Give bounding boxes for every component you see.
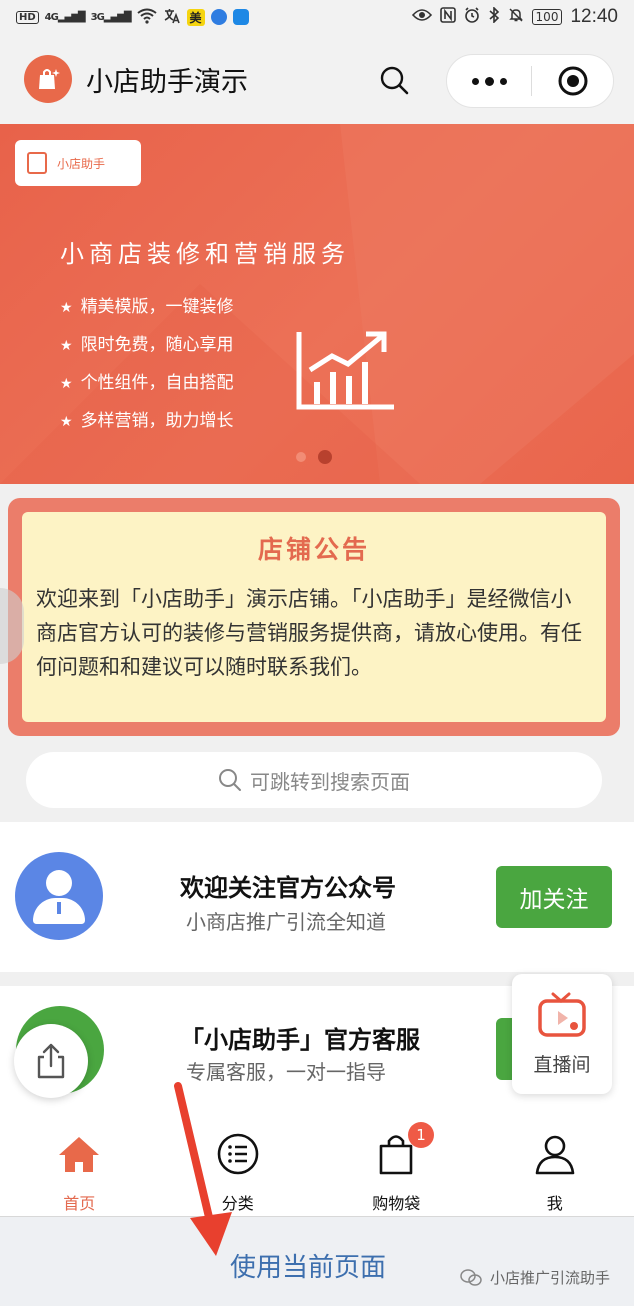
mute-icon <box>508 7 524 27</box>
bottom-action-bar: 使用当前页面 小店推广引流助手 <box>0 1216 634 1306</box>
use-current-page-link[interactable]: 使用当前页面 <box>230 1247 386 1284</box>
capsule-menu <box>446 54 614 108</box>
notice-title: 店铺公告 <box>257 535 370 564</box>
feature-text: 精美模版，一键装修 <box>80 297 234 317</box>
notice-panel: 店铺公告 欢迎来到「小店助手」演示店铺。「小店助手」是经微信小商店官方认可的装修… <box>22 512 606 722</box>
more-dot-icon <box>484 76 494 86</box>
wechat-watermark: 小店推广引流助手 <box>460 1267 610 1288</box>
tab-home-label: 首页 <box>63 1194 96 1213</box>
battery-icon: 100 <box>531 9 563 25</box>
meituan-icon: 美 <box>186 8 205 26</box>
status-right: 100 12:40 <box>411 6 618 28</box>
tab-me-label: 我 <box>546 1194 563 1213</box>
status-bar: HD 4G▂▄▆█ 3G▂▄▆█ 美 100 12:40 <box>0 0 634 34</box>
banner-feature: ★ 限时免费，随心享用 <box>60 334 234 372</box>
banner-tag: 小店助手 <box>15 140 141 186</box>
search-bar[interactable]: 可跳转到搜索页面 <box>26 752 602 808</box>
close-mini-program-button[interactable] <box>532 64 613 98</box>
clock: 12:40 <box>570 6 618 27</box>
tab-shopping-bag-label: 购物袋 <box>372 1194 421 1213</box>
browser-app-icon <box>210 9 227 25</box>
more-options-button[interactable] <box>447 55 531 107</box>
side-drawer-handle[interactable] <box>0 588 24 664</box>
tab-me[interactable]: 我 <box>476 1110 634 1216</box>
user-icon <box>533 1132 577 1176</box>
share-icon <box>37 1043 65 1079</box>
tab-category-label: 分类 <box>221 1194 254 1213</box>
banner-title: 小商店装修和营销服务 <box>60 240 350 268</box>
share-float-button[interactable] <box>14 1024 88 1098</box>
search-icon <box>218 768 242 792</box>
service-card-subtitle: 专属客服，一对一指导 <box>186 1060 386 1084</box>
banner-feature: ★ 个性组件，自由搭配 <box>60 372 234 410</box>
live-tv-icon <box>538 992 586 1037</box>
signal-3g-icon: 3G▂▄▆█ <box>90 11 132 23</box>
cart-count-badge: 1 <box>408 1122 434 1148</box>
avatar-head-shape <box>46 870 72 896</box>
feature-text: 多样营销，助力增长 <box>80 411 234 431</box>
follow-card-subtitle: 小商店推广引流全知道 <box>186 910 386 934</box>
pagination-dot-active[interactable] <box>318 450 332 464</box>
shop-logo-icon <box>24 55 72 103</box>
banner-pagination <box>296 450 332 464</box>
hd-indicator: HD <box>16 10 39 24</box>
follow-button[interactable]: 加关注 <box>496 866 612 928</box>
tab-category[interactable]: 分类 <box>159 1110 318 1216</box>
signal-3g-label: 3G <box>90 11 105 23</box>
banner-feature-list: ★ 精美模版，一键装修 ★ 限时免费，随心享用 ★ 个性组件，自由搭配 ★ 多样营销，助… <box>60 296 234 448</box>
star-icon: ★ <box>60 300 73 316</box>
tab-home[interactable]: 首页 <box>0 1110 159 1216</box>
nfc-icon <box>439 7 456 27</box>
official-account-card: 欢迎关注官方公众号 小商店推广引流全知道 加关注 <box>0 822 634 972</box>
official-account-avatar <box>15 852 103 940</box>
bottom-tab-bar: 首页 分类 购物袋 我 <box>0 1110 634 1216</box>
banner-tag-label: 小店助手 <box>57 156 106 171</box>
more-dot-icon <box>471 77 479 85</box>
bluetooth-icon <box>488 6 500 27</box>
alarm-icon <box>464 7 480 27</box>
star-icon: ★ <box>60 376 73 392</box>
live-room-float-button[interactable]: 直播间 <box>512 974 612 1094</box>
signal-4g-label: 4G <box>44 11 59 23</box>
list-icon <box>216 1132 260 1176</box>
tab-shopping-bag[interactable]: 购物袋 <box>317 1110 476 1216</box>
home-icon <box>57 1132 101 1176</box>
translate-icon <box>163 7 181 28</box>
target-close-icon <box>558 66 587 96</box>
star-icon: ★ <box>60 414 73 430</box>
bulb-app-icon <box>232 9 249 25</box>
nav-search-icon[interactable] <box>378 64 410 96</box>
status-left: HD 4G▂▄▆█ 3G▂▄▆█ 美 <box>16 7 249 28</box>
banner-feature: ★ 多样营销，助力增长 <box>60 410 234 448</box>
feature-text: 限时免费，随心享用 <box>80 335 234 355</box>
follow-card-title: 欢迎关注官方公众号 <box>180 874 396 902</box>
store-notice: 店铺公告 欢迎来到「小店助手」演示店铺。「小店助手」是经微信小商店官方认可的装修… <box>8 498 620 736</box>
pagination-dot[interactable] <box>296 452 306 462</box>
avatar-tie-shape <box>57 902 61 914</box>
feature-text: 个性组件，自由搭配 <box>80 373 234 393</box>
star-icon: ★ <box>60 338 73 354</box>
mini-program-nav-bar: 小店助手演示 <box>0 34 634 124</box>
app-title: 小店助手演示 <box>86 66 248 98</box>
signal-4g-icon: 4G▂▄▆█ <box>44 11 86 23</box>
wifi-icon <box>136 8 157 27</box>
more-dot-icon <box>499 77 507 85</box>
tag-shop-icon <box>27 152 47 174</box>
notice-body: 欢迎来到「小店助手」演示店铺。「小店助手」是经微信小商店官方认可的装修与营销服务… <box>36 587 582 679</box>
promo-banner[interactable]: 小店助手 小商店装修和营销服务 ★ 精美模版，一键装修 ★ 限时免费，随心享用 ★ 个… <box>0 124 634 484</box>
growth-chart-icon <box>296 331 394 410</box>
eye-icon <box>411 8 432 26</box>
search-placeholder: 可跳转到搜索页面 <box>250 769 410 794</box>
watermark-text: 小店推广引流助手 <box>490 1269 611 1287</box>
banner-feature: ★ 精美模版，一键装修 <box>60 296 234 334</box>
service-card-title: 「小店助手」官方客服 <box>180 1026 420 1054</box>
live-room-label: 直播间 <box>533 1054 591 1076</box>
wechat-icon <box>460 1268 482 1286</box>
